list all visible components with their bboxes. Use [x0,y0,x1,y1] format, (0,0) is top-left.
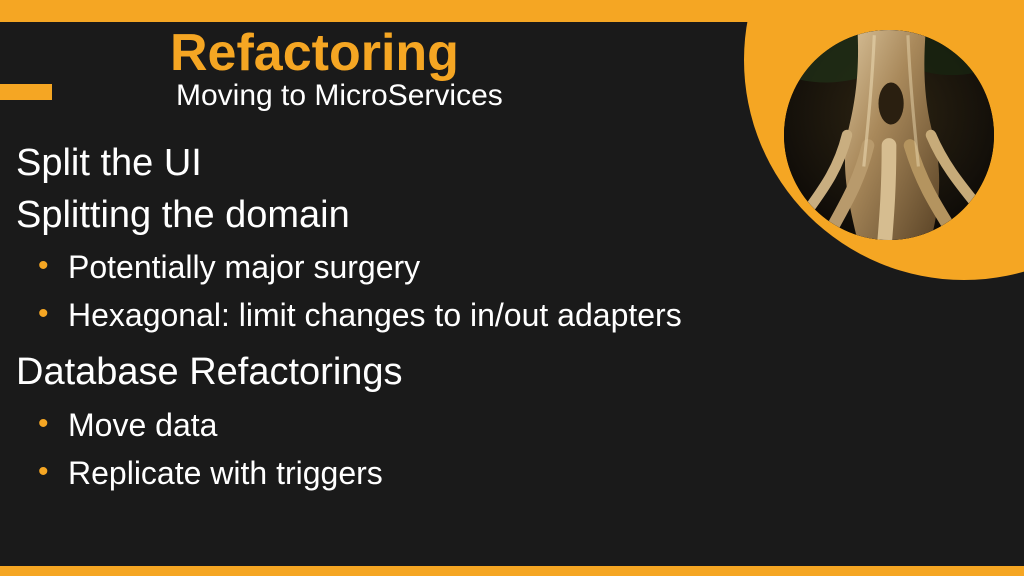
slide-content: Split the UI Splitting the domain Potent… [16,140,1004,507]
bullet-item: Potentially major surgery [28,243,1004,291]
bullet-item: Move data [28,401,1004,449]
bullet-list: Move data Replicate with triggers [28,401,1004,497]
left-accent-bar [0,84,52,100]
slide-header: Refactoring Moving to MicroServices [170,26,503,113]
slide-subtitle: Moving to MicroServices [176,79,503,113]
bullet-item: Hexagonal: limit changes to in/out adapt… [28,291,1004,339]
slide-title: Refactoring [170,26,503,81]
bullet-item: Replicate with triggers [28,449,1004,497]
bottom-accent-strip [0,566,1024,576]
bullet-list: Potentially major surgery Hexagonal: lim… [28,243,1004,339]
section-heading: Splitting the domain [16,192,1004,240]
section-heading: Database Refactorings [16,349,1004,397]
section-heading: Split the UI [16,140,1004,188]
